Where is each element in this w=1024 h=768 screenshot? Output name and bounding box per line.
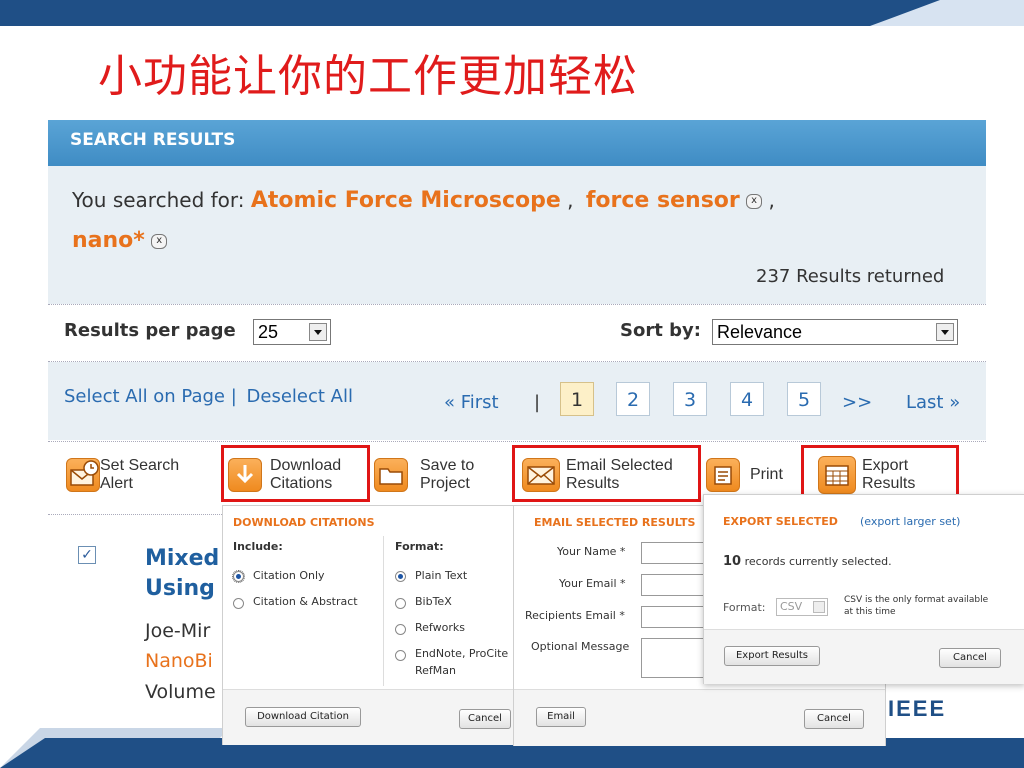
- include-label: Include:: [233, 540, 283, 553]
- results-per-page-value: 25: [258, 322, 279, 342]
- format-endnote-radio[interactable]: [395, 650, 406, 661]
- pager-page-4[interactable]: 4: [730, 382, 764, 416]
- your-email-label: Your Email *: [559, 577, 626, 590]
- export-larger-set-link[interactable]: (export larger set): [860, 515, 960, 528]
- sort-by-value: Relevance: [717, 322, 803, 342]
- term-separator: ,: [567, 188, 574, 212]
- print-button[interactable]: Print: [706, 450, 783, 500]
- selection-links: Select All on Page | Deselect All: [64, 386, 353, 407]
- deselect-all-link[interactable]: Deselect All: [247, 386, 353, 407]
- include-citation-only-radio[interactable]: [232, 570, 245, 583]
- export-format-select[interactable]: CSV: [776, 598, 828, 616]
- result-volume: Volume: [145, 681, 216, 703]
- pager-page-5[interactable]: 5: [787, 382, 821, 416]
- you-searched-for-label: You searched for:: [72, 188, 245, 212]
- term-separator: ,: [768, 188, 775, 212]
- chevron-down-icon: [309, 323, 327, 341]
- format-plain-text-label: Plain Text: [415, 569, 468, 582]
- export-format-value: CSV: [780, 600, 803, 613]
- search-term-1[interactable]: Atomic Force Microscope: [251, 188, 561, 213]
- remove-term-3-icon[interactable]: x: [151, 234, 168, 249]
- export-format-note: CSV is the only format available: [844, 595, 989, 605]
- ieee-logo: IEEE: [888, 696, 947, 721]
- download-cancel-button[interactable]: Cancel: [459, 709, 511, 729]
- set-search-alert-button[interactable]: Set Search Alert: [66, 450, 179, 500]
- results-per-page-select[interactable]: 25: [253, 319, 331, 345]
- print-icon: [706, 458, 740, 492]
- pager-first-link[interactable]: « First: [444, 392, 499, 413]
- search-term-2[interactable]: force sensor: [586, 188, 740, 213]
- results-count: 237 Results returned: [756, 266, 945, 287]
- export-results-submit-button[interactable]: Export Results: [724, 646, 820, 666]
- divider: [48, 304, 986, 305]
- results-per-page-label: Results per page: [64, 320, 236, 341]
- pager-divider: |: [534, 392, 541, 413]
- result-publication[interactable]: NanoBi: [145, 650, 213, 672]
- result-title-line-2: Using: [145, 576, 215, 601]
- email-popup-title: EMAIL SELECTED RESULTS: [534, 516, 696, 529]
- export-cancel-button[interactable]: Cancel: [939, 648, 1001, 668]
- search-term-3[interactable]: nano*: [72, 228, 145, 253]
- format-label: Format:: [395, 540, 444, 553]
- search-query-line: You searched for: Atomic Force Microscop…: [72, 188, 775, 213]
- select-all-link[interactable]: Select All on Page |: [64, 386, 237, 407]
- chevron-down-icon: [936, 323, 954, 341]
- result-authors: Joe-Mir: [145, 620, 211, 642]
- divider: [48, 441, 986, 442]
- optional-message-label: Optional Message: [531, 640, 630, 653]
- result-title[interactable]: Mixed Using: [145, 544, 219, 604]
- format-plain-text-radio[interactable]: [395, 571, 406, 582]
- save-to-project-button[interactable]: Save to Project: [374, 450, 474, 500]
- format-refman-label: RefMan: [415, 664, 456, 677]
- highlight-email: [512, 445, 701, 502]
- pager-last-link[interactable]: Last »: [906, 392, 960, 413]
- include-citation-only-label: Citation Only: [253, 569, 325, 582]
- format-refworks-label: Refworks: [415, 621, 465, 634]
- envelope-clock-icon: [66, 458, 100, 492]
- save-to-project-label-2: Project: [420, 475, 470, 492]
- result-title-line-1: Mixed: [145, 546, 220, 571]
- email-button[interactable]: Email: [536, 707, 586, 727]
- records-selected-text: 10 records currently selected.: [723, 554, 892, 569]
- search-results-header: SEARCH RESULTS: [48, 120, 986, 166]
- set-search-alert-label: Set Search: [100, 457, 180, 474]
- folder-icon: [374, 458, 408, 492]
- download-popup-title: DOWNLOAD CITATIONS: [233, 516, 375, 529]
- export-format-note-2: at this time: [844, 607, 896, 617]
- remove-term-2-icon[interactable]: x: [746, 194, 763, 209]
- top-decoration-band: [0, 0, 1024, 26]
- download-citations-popup: DOWNLOAD CITATIONS Include: Citation Onl…: [222, 505, 518, 745]
- your-name-label: Your Name *: [557, 545, 626, 558]
- format-refworks-radio[interactable]: [395, 624, 406, 635]
- column-divider: [383, 536, 384, 686]
- result-checkbox[interactable]: ✓: [78, 546, 96, 564]
- pager-page-1[interactable]: 1: [560, 382, 594, 416]
- recipients-email-label: Recipients Email *: [525, 609, 625, 622]
- email-cancel-button[interactable]: Cancel: [804, 709, 864, 729]
- export-selected-popup: EXPORT SELECTED (export larger set) 10 r…: [703, 494, 1024, 684]
- pager-next-link[interactable]: >>: [842, 392, 872, 413]
- save-to-project-label: Save to: [420, 457, 475, 474]
- set-search-alert-label-2: Alert: [100, 475, 133, 492]
- sort-by-select[interactable]: Relevance: [712, 319, 958, 345]
- records-count-text: records currently selected.: [744, 555, 892, 568]
- format-bibtex-radio[interactable]: [395, 598, 406, 609]
- pager-page-3[interactable]: 3: [673, 382, 707, 416]
- search-query-line-2: nano* x: [72, 228, 168, 253]
- chevron-down-icon: [813, 601, 825, 613]
- slide-title: 小功能让你的工作更加轻松: [98, 51, 638, 102]
- format-bibtex-label: BibTeX: [415, 595, 452, 608]
- include-citation-abstract-radio[interactable]: [233, 598, 244, 609]
- export-popup-title: EXPORT SELECTED: [723, 515, 838, 528]
- highlight-download: [221, 445, 370, 502]
- include-citation-abstract-label: Citation & Abstract: [253, 595, 358, 608]
- format-endnote-label: EndNote, ProCite: [415, 647, 509, 660]
- export-format-label: Format:: [723, 601, 766, 614]
- download-citation-button[interactable]: Download Citation: [245, 707, 361, 727]
- print-label: Print: [750, 466, 783, 483]
- sort-by-label: Sort by:: [620, 320, 701, 341]
- pager-page-2[interactable]: 2: [616, 382, 650, 416]
- records-count: 10: [723, 554, 742, 569]
